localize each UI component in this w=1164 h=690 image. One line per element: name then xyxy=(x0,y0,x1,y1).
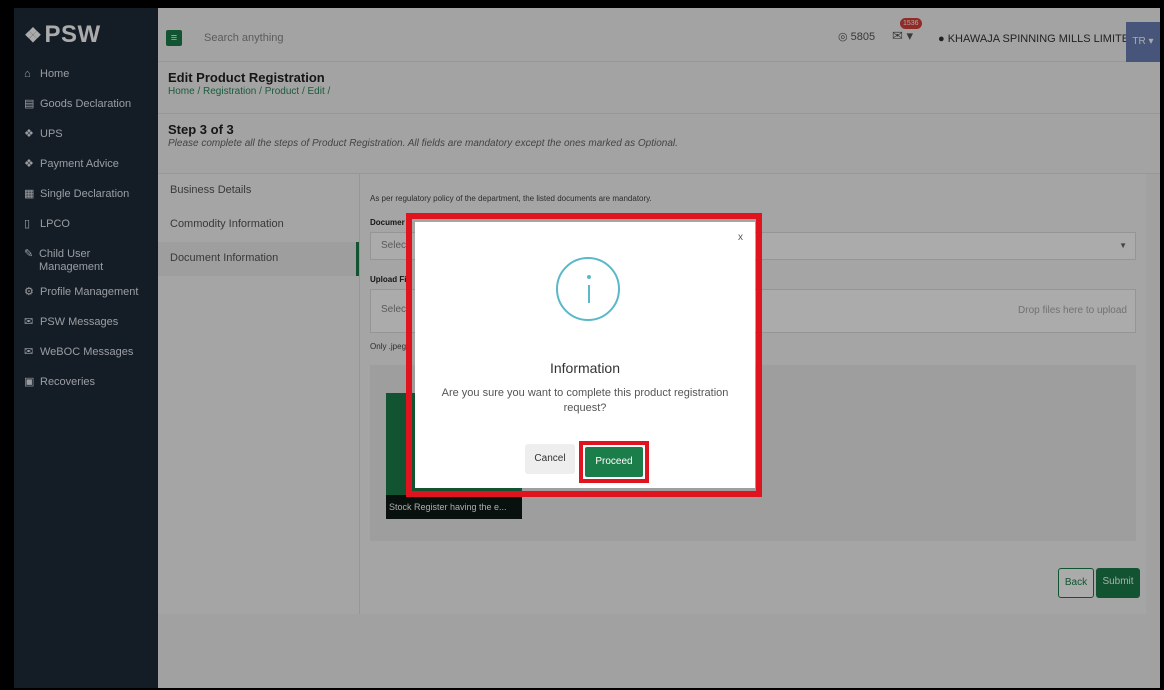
proceed-button[interactable]: Proceed xyxy=(585,447,643,477)
cancel-button[interactable]: Cancel xyxy=(525,444,575,474)
dialog-message: Are you sure you want to complete this p… xyxy=(441,387,729,414)
app-window: ❖ PSW ⌂ Home ▤ Goods Declaration ❖ UPS ❖ Paym… xyxy=(14,8,1160,688)
close-icon[interactable]: x xyxy=(738,232,743,243)
confirm-dialog: x Information Are you sure you want to c… xyxy=(415,222,755,488)
dialog-title: Information xyxy=(549,360,621,376)
info-icon xyxy=(556,257,620,321)
